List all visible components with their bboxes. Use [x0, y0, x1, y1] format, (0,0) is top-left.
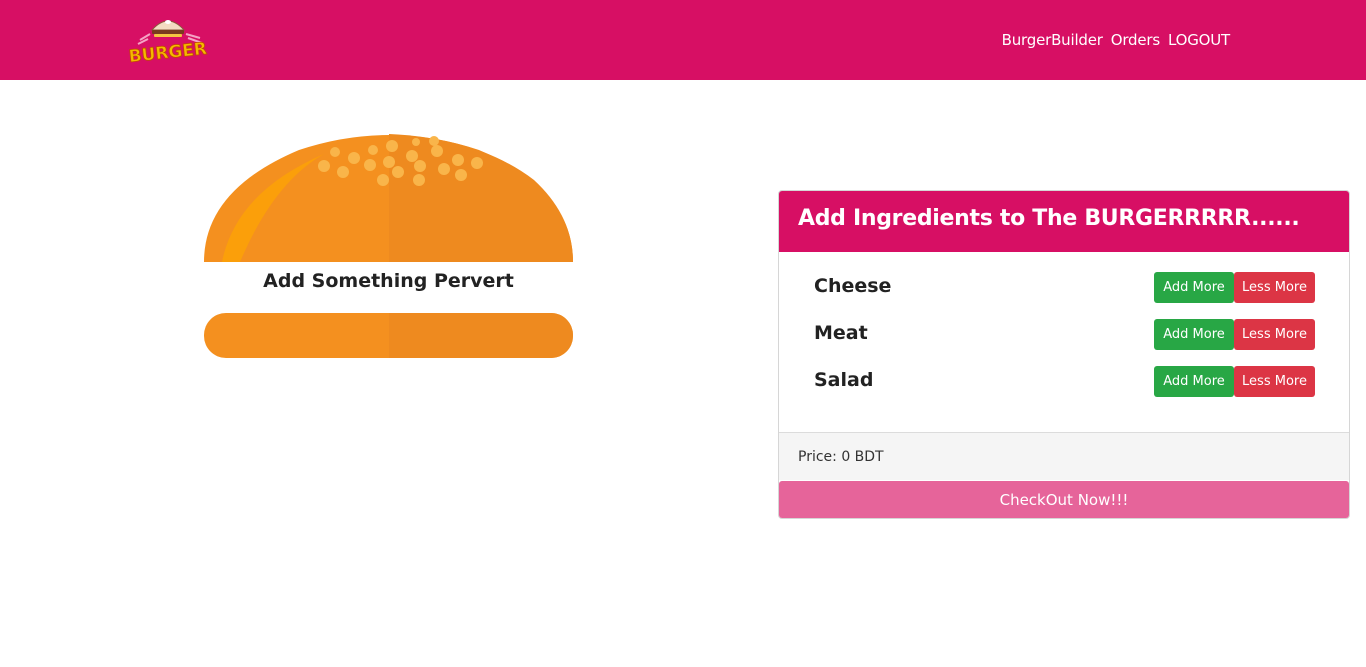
bread-bottom	[204, 313, 573, 358]
price-text: Price: 0 BDT	[798, 449, 884, 465]
ingredient-label: Salad	[814, 369, 874, 391]
remove-cheese-button[interactable]: Less More	[1234, 272, 1315, 303]
nav-link-orders[interactable]: Orders	[1111, 30, 1160, 50]
ingredient-row-cheese: Cheese Add More Less More	[779, 272, 1349, 303]
add-cheese-button[interactable]: Add More	[1154, 272, 1234, 303]
controls-header: Add Ingredients to The BURGERRRRR......	[779, 191, 1349, 252]
controls-card: Add Ingredients to The BURGERRRRR...... …	[778, 190, 1350, 519]
price-footer: Price: 0 BDT	[779, 433, 1349, 480]
empty-burger-message: Add Something Pervert	[263, 270, 514, 292]
burger-logo[interactable]: BURGER	[127, 10, 208, 70]
remove-meat-button[interactable]: Less More	[1234, 319, 1315, 350]
nav-links: BurgerBuilder Orders LOGOUT	[1002, 30, 1231, 50]
bread-top	[204, 134, 573, 262]
ingredient-row-meat: Meat Add More Less More	[779, 319, 1349, 350]
add-meat-button[interactable]: Add More	[1154, 319, 1234, 350]
ingredient-label: Cheese	[814, 275, 892, 297]
ingredient-label: Meat	[814, 322, 868, 344]
burger-preview: Add Something Pervert	[204, 128, 573, 368]
nav-link-logout[interactable]: LOGOUT	[1168, 30, 1230, 50]
bread-bottom-shade	[389, 313, 573, 358]
controls-title: Add Ingredients to The BURGERRRRR......	[798, 206, 1300, 231]
burger-logo-icon: BURGER	[127, 20, 208, 67]
navbar: BURGER BurgerBuilder Orders LOGOUT	[0, 0, 1366, 80]
ingredient-row-salad: Salad Add More Less More	[779, 366, 1349, 397]
checkout-button[interactable]: CheckOut Now!!!	[779, 481, 1349, 518]
ingredient-controls: Cheese Add More Less More Meat Add More …	[779, 252, 1349, 433]
nav-link-burgerbuilder[interactable]: BurgerBuilder	[1002, 30, 1103, 50]
add-salad-button[interactable]: Add More	[1154, 366, 1234, 397]
remove-salad-button[interactable]: Less More	[1234, 366, 1315, 397]
